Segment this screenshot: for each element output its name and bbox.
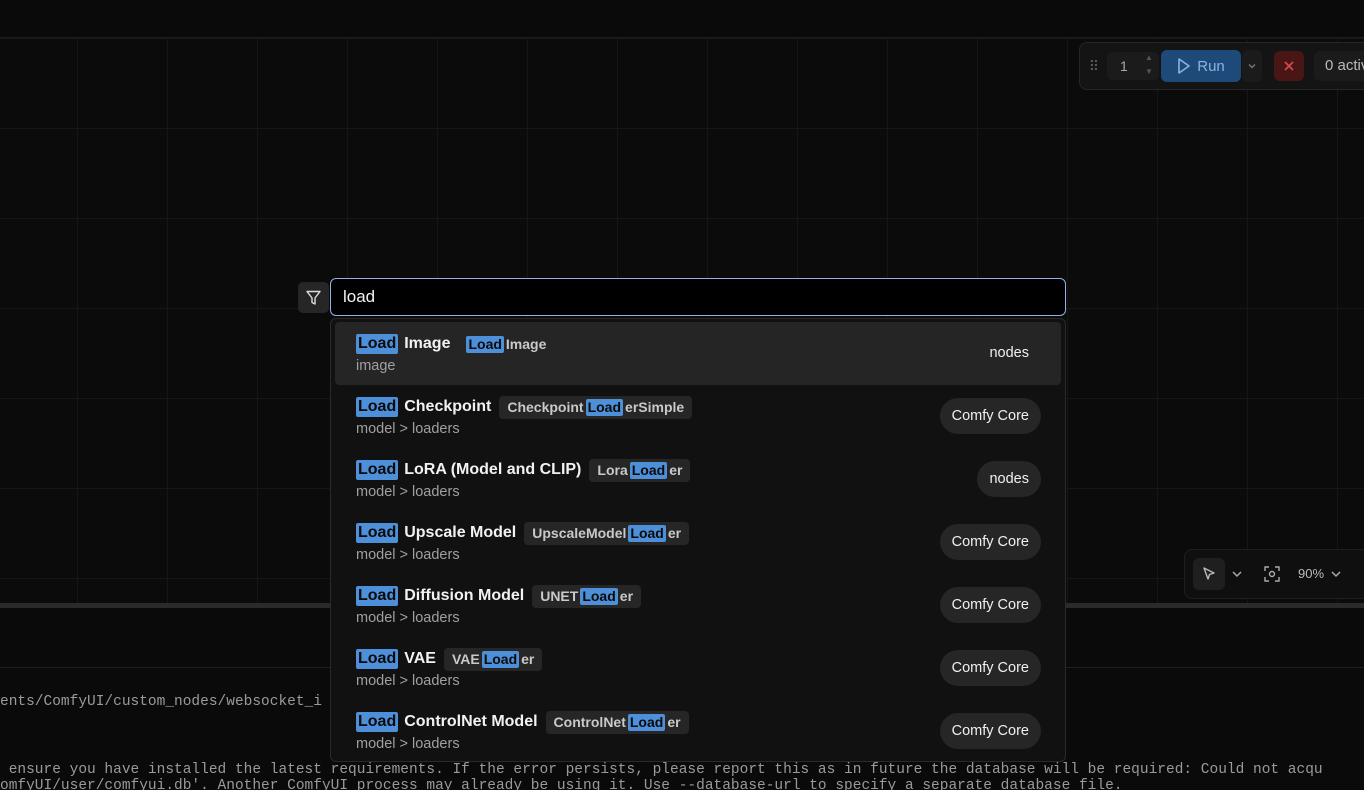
select-tool-button[interactable] <box>1193 558 1225 590</box>
node-category: image <box>356 358 396 374</box>
result-title-line: Load Diffusion Model UNET Load er <box>356 584 1041 608</box>
search-result-item[interactable]: Load Upscale Model UpscaleModel Load er model… <box>335 511 1061 574</box>
node-title: VAE <box>404 650 436 667</box>
run-label: Run <box>1197 57 1225 75</box>
search-result-item[interactable]: Load LoRA (Model and CLIP) Lora Load er model… <box>335 448 1061 511</box>
drag-handle-icon[interactable]: ⠿ <box>1087 57 1101 75</box>
node-category: model > loaders <box>356 421 460 437</box>
class-name-prefix: ControlNet <box>553 714 626 730</box>
log-line: ensure you have installed the latest req… <box>0 762 1323 778</box>
match-highlight: Load <box>356 523 399 543</box>
class-match-highlight: Load <box>481 650 520 668</box>
log-line: ents/ComfyUI/custom_nodes/websocket_i <box>0 694 322 710</box>
node-category: model > loaders <box>356 547 460 563</box>
class-name-suffix: er <box>619 588 634 604</box>
cancel-run-button[interactable] <box>1274 51 1304 81</box>
class-name-suffix: Image <box>505 336 547 352</box>
filter-button[interactable] <box>298 282 329 313</box>
result-title-line: Load ControlNet Model ControlNet Load er <box>356 710 1041 734</box>
match-highlight: Load <box>356 334 399 354</box>
node-category: model > loaders <box>356 673 460 689</box>
result-title-line: Load LoRA (Model and CLIP) Lora Load er <box>356 458 1041 482</box>
class-name-suffix: er <box>521 651 535 667</box>
node-source-badge: Comfy Core <box>939 398 1041 434</box>
chevron-down-icon[interactable] <box>1329 567 1343 581</box>
cursor-icon <box>1203 567 1215 580</box>
node-source-badge: Comfy Core <box>939 524 1041 560</box>
run-options-button[interactable] <box>1242 50 1262 82</box>
decrement-icon[interactable]: ▼ <box>1143 67 1155 77</box>
class-name-suffix: er <box>669 462 683 478</box>
node-title: Checkpoint <box>404 398 492 415</box>
node-class-badge: Load Image <box>458 333 554 356</box>
node-class-badge: UpscaleModel Load er <box>524 521 690 545</box>
zoom-level[interactable]: 90% <box>1298 566 1324 581</box>
node-source-badge: Comfy Core <box>939 587 1041 623</box>
filter-icon <box>306 290 321 305</box>
class-match-highlight: Load <box>628 524 666 542</box>
match-highlight: Load <box>356 586 399 606</box>
chevron-down-icon[interactable] <box>1229 566 1245 582</box>
node-class-badge: ControlNet Load er <box>545 710 689 734</box>
match-highlight: Load <box>356 397 399 417</box>
node-source-badge: nodes <box>989 345 1029 361</box>
class-name-prefix: VAE <box>451 651 480 667</box>
node-category: model > loaders <box>356 736 460 752</box>
class-match-highlight: Load <box>585 398 624 416</box>
class-match-highlight: Load <box>580 587 618 605</box>
result-title-line: Load Checkpoint Checkpoint Load erSimple <box>356 395 1041 419</box>
close-icon <box>1284 61 1294 71</box>
search-result-item[interactable]: Load VAE VAE Load er model > loaders Comfy Cor… <box>335 637 1061 700</box>
class-match-highlight: Load <box>627 713 666 731</box>
search-result-item[interactable]: Load Image Load Image image nodes <box>335 322 1061 385</box>
node-category: model > loaders <box>356 484 460 500</box>
node-title: LoRA (Model and CLIP) <box>404 461 582 478</box>
class-name-prefix: UpscaleModel <box>532 525 627 541</box>
class-match-highlight: Load <box>466 335 504 353</box>
node-search-input[interactable] <box>330 278 1066 316</box>
increment-icon[interactable]: ▲ <box>1143 53 1155 63</box>
node-class-badge: VAE Load er <box>443 647 543 671</box>
run-button[interactable]: Run <box>1161 50 1241 82</box>
node-title: Diffusion Model <box>404 587 525 604</box>
class-name-suffix: er <box>667 714 681 730</box>
node-title: Image <box>404 335 451 352</box>
chevron-down-icon <box>1248 64 1256 69</box>
match-highlight: Load <box>356 649 399 669</box>
match-highlight: Load <box>356 712 399 732</box>
search-result-item[interactable]: Load Diffusion Model UNET Load er model > loa… <box>335 574 1061 637</box>
node-source-badge: nodes <box>977 461 1041 497</box>
result-title-line: Load VAE VAE Load er <box>356 647 1041 671</box>
class-name-prefix: Checkpoint <box>507 399 584 415</box>
match-highlight: Load <box>356 460 399 480</box>
active-queue-button[interactable]: 0 active <box>1314 51 1364 81</box>
result-title-line: Load Upscale Model UpscaleModel Load er <box>356 521 1041 545</box>
fit-view-icon[interactable] <box>1263 565 1281 583</box>
class-match-highlight: Load <box>629 461 668 479</box>
node-title: Upscale Model <box>404 524 517 541</box>
node-class-badge: Checkpoint Load erSimple <box>499 395 693 419</box>
node-title: ControlNet Model <box>404 713 538 730</box>
result-title-line: Load Image Load Image <box>356 332 1041 356</box>
node-category: model > loaders <box>356 610 460 626</box>
top-bar <box>0 0 1364 38</box>
class-name-prefix: Lora <box>597 462 628 478</box>
node-class-badge: UNET Load er <box>532 584 642 608</box>
log-line: omfyUI/user/comfyui.db'. Another ComfyUI… <box>0 778 1123 790</box>
search-result-item[interactable]: Load ControlNet Model ControlNet Load er mode… <box>335 700 1061 763</box>
search-results-list: Load Image Load Image image nodes Load Checkpoi… <box>330 318 1066 762</box>
class-name-suffix: erSimple <box>625 399 685 415</box>
search-result-item[interactable]: Load Checkpoint Checkpoint Load erSimple mode… <box>335 385 1061 448</box>
class-name-suffix: er <box>667 525 682 541</box>
class-name-prefix: UNET <box>540 588 579 604</box>
node-source-badge: Comfy Core <box>939 650 1041 686</box>
node-source-badge: Comfy Core <box>939 713 1041 749</box>
play-icon <box>1178 58 1191 74</box>
node-class-badge: Lora Load er <box>589 458 691 482</box>
